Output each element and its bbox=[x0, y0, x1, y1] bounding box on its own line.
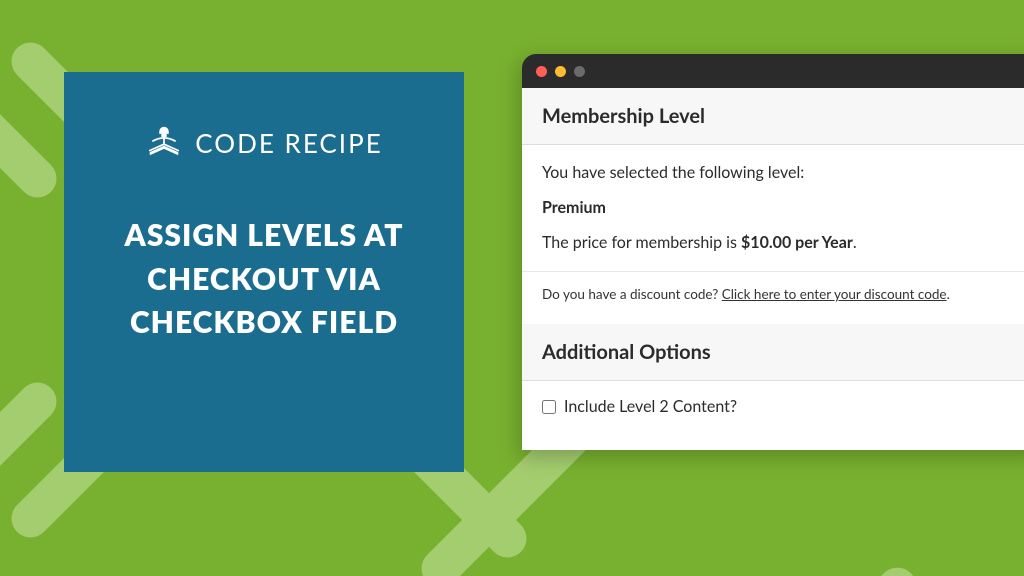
window-titlebar bbox=[522, 54, 1024, 88]
promo-card: CODE RECIPE ASSIGN LEVELS AT CHECKOUT VI… bbox=[64, 72, 464, 472]
maximize-icon[interactable] bbox=[574, 66, 585, 77]
selected-level-name: Premium bbox=[542, 196, 1022, 221]
brand-logo: CODE RECIPE bbox=[145, 122, 382, 164]
discount-period: . bbox=[947, 286, 950, 302]
close-icon[interactable] bbox=[536, 66, 547, 77]
include-level-2-checkbox[interactable] bbox=[542, 400, 556, 414]
discount-code-link[interactable]: Click here to enter your discount code bbox=[722, 286, 947, 302]
section-heading-membership: Membership Level bbox=[522, 88, 1024, 145]
price-prefix: The price for membership is bbox=[542, 233, 741, 252]
promo-headline: ASSIGN LEVELS AT CHECKOUT VIA CHECKBOX F… bbox=[100, 214, 428, 345]
price-amount: $10.00 per Year bbox=[741, 233, 853, 252]
decor-pill bbox=[834, 560, 925, 576]
price-suffix: . bbox=[853, 233, 857, 252]
minimize-icon[interactable] bbox=[555, 66, 566, 77]
include-level-2-label[interactable]: Include Level 2 Content? bbox=[564, 397, 737, 416]
discount-prompt: Do you have a discount code? Click here … bbox=[522, 272, 1024, 324]
discount-question: Do you have a discount code? bbox=[542, 286, 722, 302]
section-heading-additional: Additional Options bbox=[522, 324, 1024, 381]
checkout-page: Membership Level You have selected the f… bbox=[522, 88, 1024, 450]
membership-summary: You have selected the following level: P… bbox=[522, 145, 1024, 271]
additional-option-row: Include Level 2 Content? bbox=[522, 381, 1024, 450]
selected-level-intro: You have selected the following level: bbox=[542, 161, 1022, 186]
brand-name: CODE RECIPE bbox=[195, 127, 382, 159]
browser-window: Membership Level You have selected the f… bbox=[522, 54, 1024, 450]
price-line: The price for membership is $10.00 per Y… bbox=[542, 231, 1022, 256]
recipe-book-icon bbox=[145, 122, 183, 164]
promo-canvas: CODE RECIPE ASSIGN LEVELS AT CHECKOUT VI… bbox=[0, 0, 1024, 576]
